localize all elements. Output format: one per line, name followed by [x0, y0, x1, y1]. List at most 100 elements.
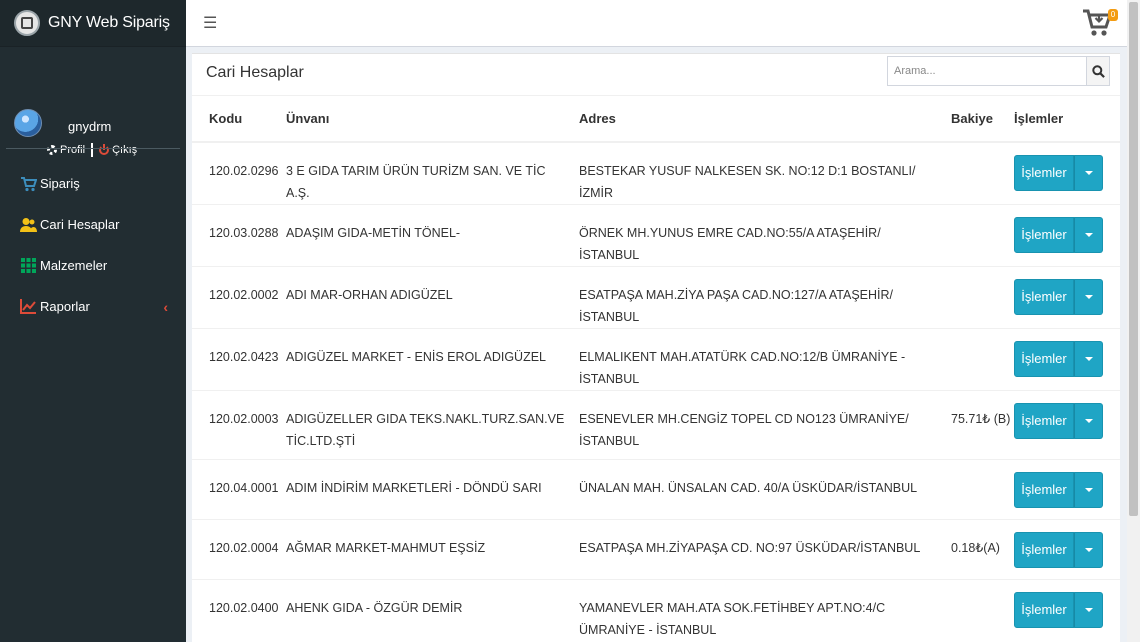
cell-adres: ÖRNEK MH.YUNUS EMRE CAD.NO:55/A ATAŞEHİR…	[579, 203, 951, 266]
cell-bakiye	[951, 141, 1014, 204]
cell-bakiye	[951, 265, 1014, 328]
cell-kod: 120.02.0296	[192, 141, 286, 204]
cell-unvan: 3 E GIDA TARIM ÜRÜN TURİZM SAN. VE TİC A…	[286, 141, 579, 204]
page-scrollbar[interactable]	[1127, 0, 1140, 642]
cell-bakiye	[951, 578, 1014, 642]
actions-button[interactable]: İşlemler	[1014, 216, 1074, 253]
table-row: 120.02.0004 AĞMAR MARKET-MAHMUT EŞSİZ ES…	[192, 518, 1120, 579]
avatar	[14, 109, 42, 137]
cart-count-badge: 0	[1108, 9, 1118, 21]
search-input[interactable]	[887, 56, 1087, 86]
top-header: ☰ 0	[186, 0, 1127, 47]
column-header-kod[interactable]: Kodu	[192, 95, 286, 143]
caret-down-icon	[1084, 418, 1093, 423]
actions-caret-button[interactable]	[1074, 402, 1103, 439]
actions-caret-button[interactable]	[1074, 278, 1103, 315]
caret-down-icon	[1084, 356, 1093, 361]
cell-adres: ÜNALAN MAH. ÜNSALAN CAD. 40/A ÜSKÜDAR/İS…	[579, 458, 951, 519]
cell-unvan: AĞMAR MARKET-MAHMUT EŞSİZ	[286, 518, 579, 579]
cell-unvan: ADIGÜZELLER GIDA TEKS.NAKL.TURZ.SAN.VE T…	[286, 389, 579, 459]
column-header-islemler: İşlemler	[1014, 95, 1120, 143]
sidebar-item-siparis[interactable]: Sipariş	[0, 163, 186, 204]
sidebar-item-cari-hesaplar[interactable]: Cari Hesaplar	[0, 204, 186, 245]
actions-button[interactable]: İşlemler	[1014, 531, 1074, 568]
cell-adres: YAMANEVLER MAH.ATA SOK.FETİHBEY APT.NO:4…	[579, 578, 951, 642]
power-icon	[99, 144, 110, 155]
search-group	[887, 56, 1110, 86]
users-icon	[19, 217, 37, 233]
cell-actions: İşlemler	[1014, 578, 1120, 642]
cell-actions: İşlemler	[1014, 203, 1120, 266]
cell-actions: İşlemler	[1014, 141, 1120, 204]
column-header-bakiye[interactable]: Bakiye	[951, 95, 1014, 143]
actions-button[interactable]: İşlemler	[1014, 591, 1074, 628]
search-button[interactable]	[1087, 56, 1110, 86]
sidebar-menu: Sipariş Cari Hesaplar Malzemeler Raporla…	[0, 163, 186, 327]
cell-actions: İşlemler	[1014, 518, 1120, 579]
profile-link[interactable]: Profil	[47, 144, 85, 156]
profile-label: Profil	[60, 144, 86, 156]
sidebar-item-malzemeler[interactable]: Malzemeler	[0, 245, 186, 286]
actions-button[interactable]: İşlemler	[1014, 340, 1074, 377]
caret-down-icon	[1084, 170, 1093, 175]
actions-dropdown: İşlemler	[1014, 531, 1103, 568]
sidebar-item-raporlar[interactable]: Raporlar ‹	[0, 286, 186, 327]
user-links: Profil Çıkış	[47, 143, 137, 157]
cell-actions: İşlemler	[1014, 327, 1120, 390]
menu-toggle-icon[interactable]: ☰	[203, 13, 217, 33]
table-row: 120.02.0400 AHENK GIDA - ÖZGÜR DEMİR YAM…	[192, 578, 1120, 642]
cell-actions: İşlemler	[1014, 458, 1120, 519]
grid-icon	[19, 258, 37, 274]
cell-actions: İşlemler	[1014, 389, 1120, 459]
actions-caret-button[interactable]	[1074, 471, 1103, 508]
actions-dropdown: İşlemler	[1014, 471, 1103, 508]
cell-unvan: ADIM İNDİRİM MARKETLERİ - DÖNDÜ SARI	[286, 458, 579, 519]
menu-divider	[6, 148, 180, 149]
cell-adres: ELMALIKENT MAH.ATATÜRK CAD.NO:12/B ÜMRAN…	[579, 327, 951, 390]
cell-adres: BESTEKAR YUSUF NALKESEN SK. NO:12 D:1 BO…	[579, 141, 951, 204]
actions-button[interactable]: İşlemler	[1014, 402, 1074, 439]
actions-dropdown: İşlemler	[1014, 340, 1103, 377]
sidebar-item-label: Cari Hesaplar	[40, 217, 120, 232]
chevron-left-icon: ‹	[163, 298, 168, 315]
actions-button[interactable]: İşlemler	[1014, 278, 1074, 315]
table-row: 120.02.0296 3 E GIDA TARIM ÜRÜN TURİZM S…	[192, 141, 1120, 204]
table-row: 120.02.0423 ADIGÜZEL MARKET - ENİS EROL …	[192, 327, 1120, 390]
actions-button[interactable]: İşlemler	[1014, 471, 1074, 508]
caret-down-icon	[1084, 607, 1093, 612]
table-row: 120.03.0288 ADAŞIM GIDA-METİN TÖNEL- ÖRN…	[192, 203, 1120, 266]
scrollbar-thumb[interactable]	[1129, 2, 1138, 516]
column-header-unvan[interactable]: Ünvanı	[286, 95, 579, 143]
cell-kod: 120.02.0003	[192, 389, 286, 459]
actions-button[interactable]: İşlemler	[1014, 154, 1074, 191]
actions-caret-button[interactable]	[1074, 591, 1103, 628]
logout-link[interactable]: Çıkış	[99, 144, 137, 156]
cell-kod: 120.04.0001	[192, 458, 286, 519]
cell-bakiye: 75.71₺ (B)	[951, 389, 1014, 459]
cell-bakiye	[951, 458, 1014, 519]
cart-button[interactable]: 0	[1082, 8, 1118, 40]
sidebar: GNY Web Sipariş gnydrm Profil Çıkış Sipa…	[0, 0, 186, 642]
actions-caret-button[interactable]	[1074, 340, 1103, 377]
cell-bakiye	[951, 327, 1014, 390]
table-row: 120.02.0002 ADI MAR-ORHAN ADIGÜZEL ESATP…	[192, 265, 1120, 328]
actions-caret-button[interactable]	[1074, 531, 1103, 568]
actions-dropdown: İşlemler	[1014, 154, 1103, 191]
cart-icon	[19, 176, 37, 192]
page-title: Cari Hesaplar	[206, 64, 304, 81]
cell-bakiye: 0.18₺(A)	[951, 518, 1014, 579]
caret-down-icon	[1084, 547, 1093, 552]
actions-caret-button[interactable]	[1074, 154, 1103, 191]
accounts-table: Kodu Ünvanı Adres Bakiye İşlemler 120.02…	[192, 95, 1120, 642]
gear-icon	[47, 145, 57, 155]
user-panel: gnydrm Profil Çıkış	[0, 47, 186, 157]
brand[interactable]: GNY Web Sipariş	[0, 0, 186, 47]
divider	[91, 143, 94, 157]
actions-caret-button[interactable]	[1074, 216, 1103, 253]
chart-icon	[19, 299, 37, 315]
user-name: gnydrm	[68, 119, 112, 134]
sidebar-item-label: Raporlar	[40, 299, 90, 314]
table-row: 120.02.0003 ADIGÜZELLER GIDA TEKS.NAKL.T…	[192, 389, 1120, 459]
search-icon	[1091, 64, 1105, 78]
column-header-adres[interactable]: Adres	[579, 95, 951, 143]
